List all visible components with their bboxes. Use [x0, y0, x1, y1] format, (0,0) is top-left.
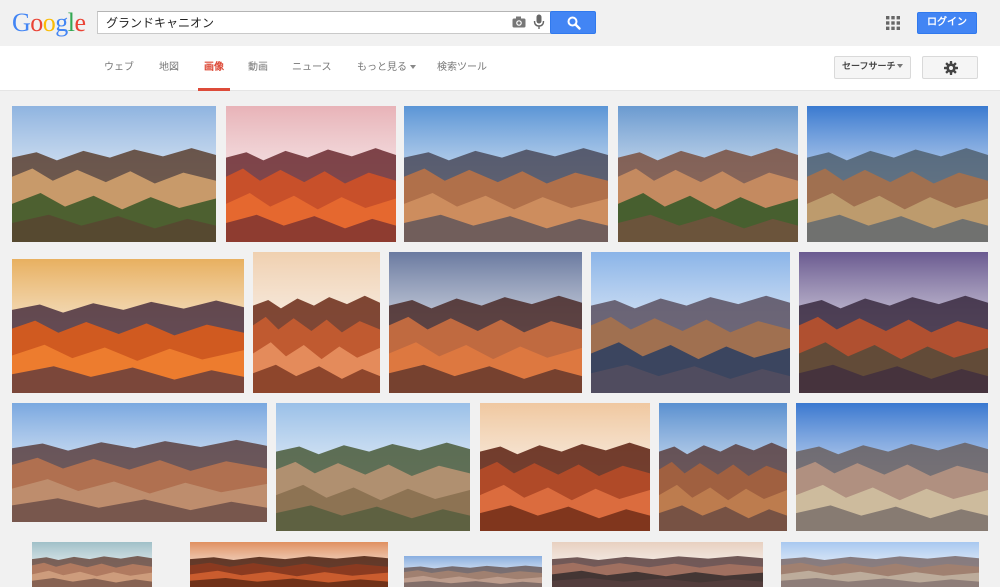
image-result-thumbnail[interactable]	[12, 403, 267, 522]
image-result-thumbnail[interactable]	[32, 542, 152, 587]
image-result-thumbnail[interactable]	[404, 556, 542, 587]
chevron-down-icon	[410, 65, 416, 69]
canyon-photo-icon	[807, 106, 988, 242]
canyon-photo-icon	[253, 252, 380, 393]
image-result-thumbnail[interactable]	[799, 252, 988, 393]
image-result-thumbnail[interactable]	[190, 542, 388, 587]
tab-videos[interactable]: 動画	[248, 46, 268, 91]
canyon-photo-icon	[12, 259, 244, 393]
canyon-photo-icon	[618, 106, 798, 242]
image-result-thumbnail[interactable]	[591, 252, 790, 393]
image-result-thumbnail[interactable]	[659, 403, 787, 531]
image-result-thumbnail[interactable]	[226, 106, 396, 242]
login-button[interactable]: ログイン	[917, 12, 977, 34]
canyon-photo-icon	[12, 403, 267, 522]
image-result-thumbnail[interactable]	[12, 106, 216, 242]
canyon-photo-icon	[276, 403, 470, 531]
image-result-thumbnail[interactable]	[807, 106, 988, 242]
tab-news[interactable]: ニュース	[292, 46, 332, 91]
top-bar: Google ログイン	[0, 0, 1000, 46]
tab-images[interactable]: 画像	[198, 46, 230, 91]
tab-web[interactable]: ウェブ	[104, 46, 134, 91]
logo-letter: e	[74, 8, 87, 37]
image-result-thumbnail[interactable]	[552, 542, 763, 587]
canyon-photo-icon	[226, 106, 396, 242]
logo-letter: o	[30, 8, 43, 37]
canyon-photo-icon	[799, 252, 988, 393]
search-box	[97, 11, 552, 34]
logo-letter: G	[12, 8, 31, 37]
canyon-photo-icon	[480, 403, 650, 531]
canyon-photo-icon	[552, 542, 763, 587]
image-result-thumbnail[interactable]	[276, 403, 470, 531]
search-input[interactable]	[106, 13, 506, 32]
google-logo[interactable]: Google	[12, 9, 86, 37]
camera-icon[interactable]	[512, 16, 526, 28]
tab-more-label: もっと見る	[357, 62, 407, 73]
image-result-thumbnail[interactable]	[796, 403, 988, 531]
image-result-thumbnail[interactable]	[781, 542, 979, 587]
canyon-photo-icon	[404, 556, 542, 587]
tab-search-tools[interactable]: 検索ツール	[437, 46, 487, 91]
microphone-icon[interactable]	[533, 14, 545, 30]
settings-button[interactable]	[922, 56, 978, 79]
magnifier-icon	[567, 16, 581, 30]
image-result-thumbnail[interactable]	[404, 106, 608, 242]
canyon-photo-icon	[591, 252, 790, 393]
canyon-photo-icon	[190, 542, 388, 587]
search-button[interactable]	[550, 11, 596, 34]
search-tabs-bar: ウェブ 地図 画像 動画 ニュース もっと見る 検索ツール セーフサーチ	[0, 46, 1000, 91]
canyon-photo-icon	[781, 542, 979, 587]
image-results-grid	[0, 91, 1000, 587]
tab-more[interactable]: もっと見る	[357, 46, 416, 91]
image-result-thumbnail[interactable]	[12, 259, 244, 393]
canyon-photo-icon	[659, 403, 787, 531]
canyon-photo-icon	[796, 403, 988, 531]
canyon-photo-icon	[389, 252, 582, 393]
canyon-photo-icon	[404, 106, 608, 242]
image-result-thumbnail[interactable]	[389, 252, 582, 393]
tab-maps[interactable]: 地図	[159, 46, 179, 91]
canyon-photo-icon	[32, 542, 152, 587]
chevron-down-icon	[897, 64, 904, 68]
logo-letter: o	[42, 8, 56, 37]
logo-letter: l	[67, 8, 75, 37]
safesearch-label: セーフサーチ	[842, 62, 896, 72]
image-result-thumbnail[interactable]	[253, 252, 380, 393]
image-result-thumbnail[interactable]	[480, 403, 650, 531]
safesearch-button[interactable]: セーフサーチ	[834, 56, 911, 79]
apps-grid-icon[interactable]	[886, 16, 900, 30]
image-result-thumbnail[interactable]	[618, 106, 798, 242]
gear-icon	[944, 61, 958, 75]
canyon-photo-icon	[12, 106, 216, 242]
logo-letter: g	[55, 8, 68, 37]
